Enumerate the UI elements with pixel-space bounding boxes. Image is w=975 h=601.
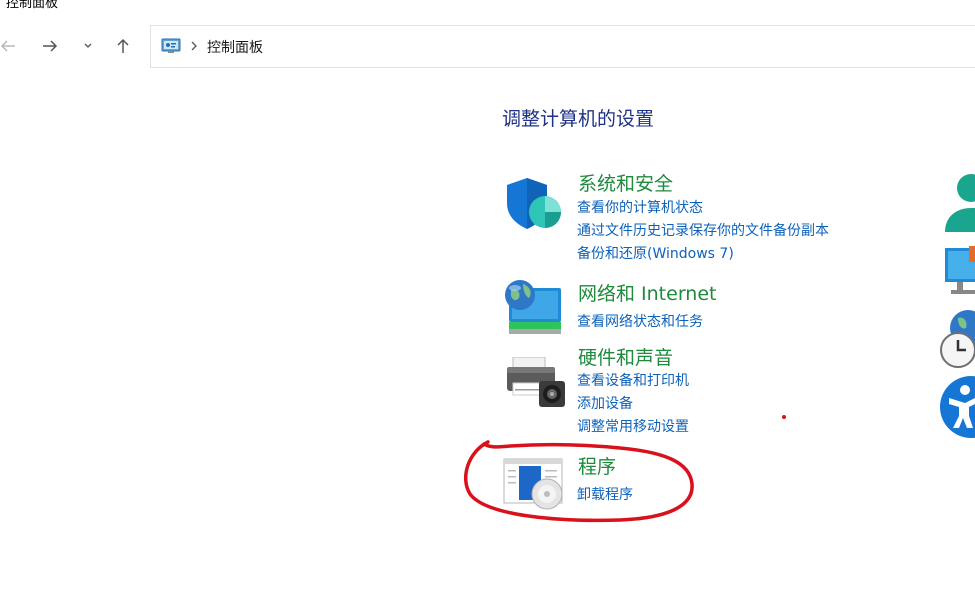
link-mobility-settings[interactable]: 调整常用移动设置 xyxy=(577,416,689,436)
control-panel-icon xyxy=(161,38,181,53)
annotation-circle xyxy=(464,415,786,523)
link-backup-restore[interactable]: 备份和还原(Windows 7) xyxy=(577,243,734,263)
window-title: 控制面板 xyxy=(6,0,59,11)
address-path[interactable]: 控制面板 xyxy=(207,37,263,57)
chevron-down-icon xyxy=(84,43,92,48)
programs-disc-icon xyxy=(503,458,563,510)
category-hardware-sound[interactable]: 硬件和声音 xyxy=(578,343,673,370)
forward-button[interactable] xyxy=(36,32,64,60)
category-programs[interactable]: 程序 xyxy=(578,452,616,479)
link-devices-printers[interactable]: 查看设备和打印机 xyxy=(577,370,689,390)
ease-of-access-icon[interactable] xyxy=(939,376,975,438)
network-globe-icon xyxy=(505,280,561,334)
category-network-internet[interactable]: 网络和 Internet xyxy=(578,279,716,306)
link-file-history-backup[interactable]: 通过文件历史记录保存你的文件备份副本 xyxy=(577,220,829,240)
printer-speaker-icon xyxy=(507,357,565,407)
clock-globe-icon[interactable] xyxy=(938,308,975,370)
back-button[interactable] xyxy=(0,32,22,60)
appearance-monitor-icon[interactable] xyxy=(943,246,975,298)
link-network-status-tasks[interactable]: 查看网络状态和任务 xyxy=(577,311,703,331)
address-bar[interactable]: 控制面板 xyxy=(150,25,975,68)
user-accounts-icon[interactable] xyxy=(943,172,975,234)
category-system-security[interactable]: 系统和安全 xyxy=(578,169,673,196)
link-add-device[interactable]: 添加设备 xyxy=(577,393,633,413)
arrow-left-icon xyxy=(0,40,15,52)
page-title: 调整计算机的设置 xyxy=(502,108,655,130)
link-uninstall-program[interactable]: 卸载程序 xyxy=(577,484,633,504)
arrow-right-icon xyxy=(43,40,58,52)
arrow-up-icon xyxy=(117,38,129,53)
shield-icon xyxy=(507,178,561,229)
up-button[interactable] xyxy=(109,32,137,60)
link-view-computer-status[interactable]: 查看你的计算机状态 xyxy=(577,197,703,217)
recent-locations-button[interactable] xyxy=(74,32,102,60)
chevron-right-icon xyxy=(191,41,197,51)
